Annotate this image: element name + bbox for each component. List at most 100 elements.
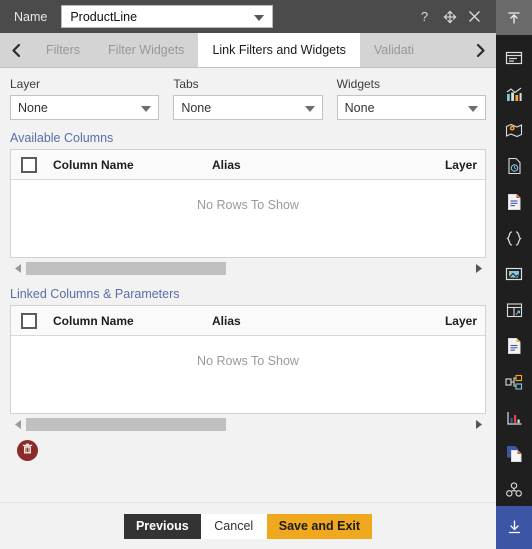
header-column-name[interactable]: Column Name (37, 314, 212, 328)
close-icon[interactable] (467, 9, 482, 24)
linked-columns-grid: Column Name Alias Layer No Rows To Show (10, 305, 486, 414)
tab-filter-widgets[interactable]: Filter Widgets (94, 33, 199, 67)
dialog-footer: Previous Cancel Save and Exit (0, 502, 496, 549)
rail-item-line-chart[interactable] (496, 400, 532, 436)
available-columns-grid: Column Name Alias Layer No Rows To Show (10, 149, 486, 258)
name-select[interactable]: ProductLine (61, 5, 274, 28)
tabs-field: Tabs None (173, 77, 323, 120)
line-chart-icon (506, 410, 523, 427)
select-all-checkbox[interactable] (21, 312, 37, 329)
linked-columns-header-row: Column Name Alias Layer (11, 306, 485, 336)
rail-items: ℞ (496, 35, 532, 544)
name-select-value: ProductLine (70, 9, 138, 24)
table-icon (506, 302, 523, 319)
report-clock-icon (506, 157, 523, 175)
linked-columns-empty-message: No Rows To Show (197, 354, 299, 368)
tab-filters-label: Filters (46, 43, 81, 57)
delete-button[interactable] (17, 440, 38, 461)
scroll-left-icon[interactable] (10, 263, 26, 273)
linked-columns-body: No Rows To Show (11, 336, 485, 413)
download-button[interactable] (496, 506, 532, 549)
layer-label: Layer (10, 77, 41, 91)
available-columns-body: No Rows To Show (11, 180, 485, 257)
cluster-icon (505, 482, 523, 498)
chevron-down-icon (254, 15, 265, 21)
rail-item-report[interactable] (496, 148, 532, 184)
tab-link-filters-and-widgets[interactable]: Link Filters and Widgets (198, 33, 360, 67)
header-column-name[interactable]: Column Name (37, 158, 212, 172)
chevron-down-icon (141, 106, 152, 112)
collapse-panel-button[interactable] (496, 0, 532, 35)
rail-item-code[interactable] (496, 220, 532, 256)
chevron-right-icon[interactable] (464, 33, 496, 67)
rail-item-bar-chart[interactable] (496, 76, 532, 112)
scroll-left-icon[interactable] (10, 419, 26, 429)
map-pin-icon (505, 122, 523, 139)
code-braces-icon (505, 230, 523, 247)
select-all-checkbox[interactable] (21, 156, 37, 173)
header-alias[interactable]: Alias (212, 158, 433, 172)
widgets-select-value: None (344, 100, 375, 115)
scroll-thumb[interactable] (26, 417, 226, 431)
download-icon (506, 519, 523, 536)
save-and-exit-button[interactable]: Save and Exit (266, 513, 373, 539)
rail-item-panel[interactable] (496, 40, 532, 76)
layer-select[interactable]: None (10, 95, 160, 120)
svg-text:?: ? (421, 10, 428, 24)
linked-columns-title: Linked Columns & Parameters (10, 287, 180, 301)
tab-filters[interactable]: Filters (32, 33, 95, 67)
move-icon[interactable] (442, 9, 457, 24)
tab-validation[interactable]: Validati (359, 33, 464, 67)
scroll-right-icon[interactable] (470, 419, 486, 429)
previous-button[interactable]: Previous (123, 513, 201, 539)
titlebar-actions: ? (417, 9, 490, 24)
link-filters-dialog: Name ProductLine ? Filters Filter Widget… (0, 0, 496, 549)
rail-item-table[interactable] (496, 292, 532, 328)
rail-item-copy-page[interactable] (496, 436, 532, 472)
tab-validation-label: Validati (373, 43, 414, 57)
available-columns-header-row: Column Name Alias Layer (11, 150, 485, 180)
available-columns-empty-message: No Rows To Show (197, 198, 299, 212)
tabs-select-value: None (181, 100, 212, 115)
tab-strip: Filters Filter Widgets Link Filters and … (0, 33, 496, 68)
chevron-down-icon (467, 106, 478, 112)
header-layer[interactable]: Layer (433, 314, 477, 328)
image-icon (505, 266, 523, 282)
rail-item-image[interactable] (496, 256, 532, 292)
header-alias[interactable]: Alias (212, 314, 433, 328)
tabs-label: Tabs (173, 77, 199, 91)
layer-select-value: None (18, 100, 48, 115)
copy-page-icon (506, 445, 523, 463)
tabs-select[interactable]: None (173, 95, 323, 120)
scroll-track[interactable] (26, 417, 470, 431)
scroll-track[interactable] (26, 261, 470, 275)
widgets-select[interactable]: None (336, 95, 486, 120)
chevron-left-icon[interactable] (0, 33, 32, 67)
bar-chart-icon (505, 86, 523, 103)
question-mark-icon[interactable]: ? (417, 9, 432, 24)
rail-item-map[interactable] (496, 112, 532, 148)
trash-icon (22, 443, 33, 458)
rail-item-cluster[interactable] (496, 472, 532, 508)
cancel-button[interactable]: Cancel (200, 513, 267, 539)
widgets-field: Widgets None (336, 77, 486, 120)
available-columns-title: Available Columns (10, 131, 114, 145)
panel-icon (505, 50, 523, 66)
tab-link-filters-and-widgets-label: Link Filters and Widgets (212, 43, 346, 57)
scroll-right-icon[interactable] (470, 263, 486, 273)
linked-columns-hscrollbar[interactable] (10, 416, 486, 432)
dialog-titlebar: Name ProductLine ? (0, 0, 496, 33)
rail-item-hierarchy[interactable] (496, 364, 532, 400)
scroll-thumb[interactable] (26, 261, 226, 275)
available-columns-hscrollbar[interactable] (10, 260, 486, 276)
header-layer[interactable]: Layer (433, 158, 477, 172)
document-icon (506, 193, 522, 211)
rail-item-file-text[interactable] (496, 328, 532, 364)
dialog-content: Layer None Tabs None Widgets None Availa… (0, 68, 496, 502)
widgets-label: Widgets (336, 77, 381, 91)
rail-item-document[interactable] (496, 184, 532, 220)
chevron-down-icon (304, 106, 315, 112)
tab-filter-widgets-label: Filter Widgets (108, 43, 185, 57)
application-window: Name ProductLine ? Filters Filter Widget… (0, 0, 532, 549)
name-label: Name (14, 9, 48, 24)
